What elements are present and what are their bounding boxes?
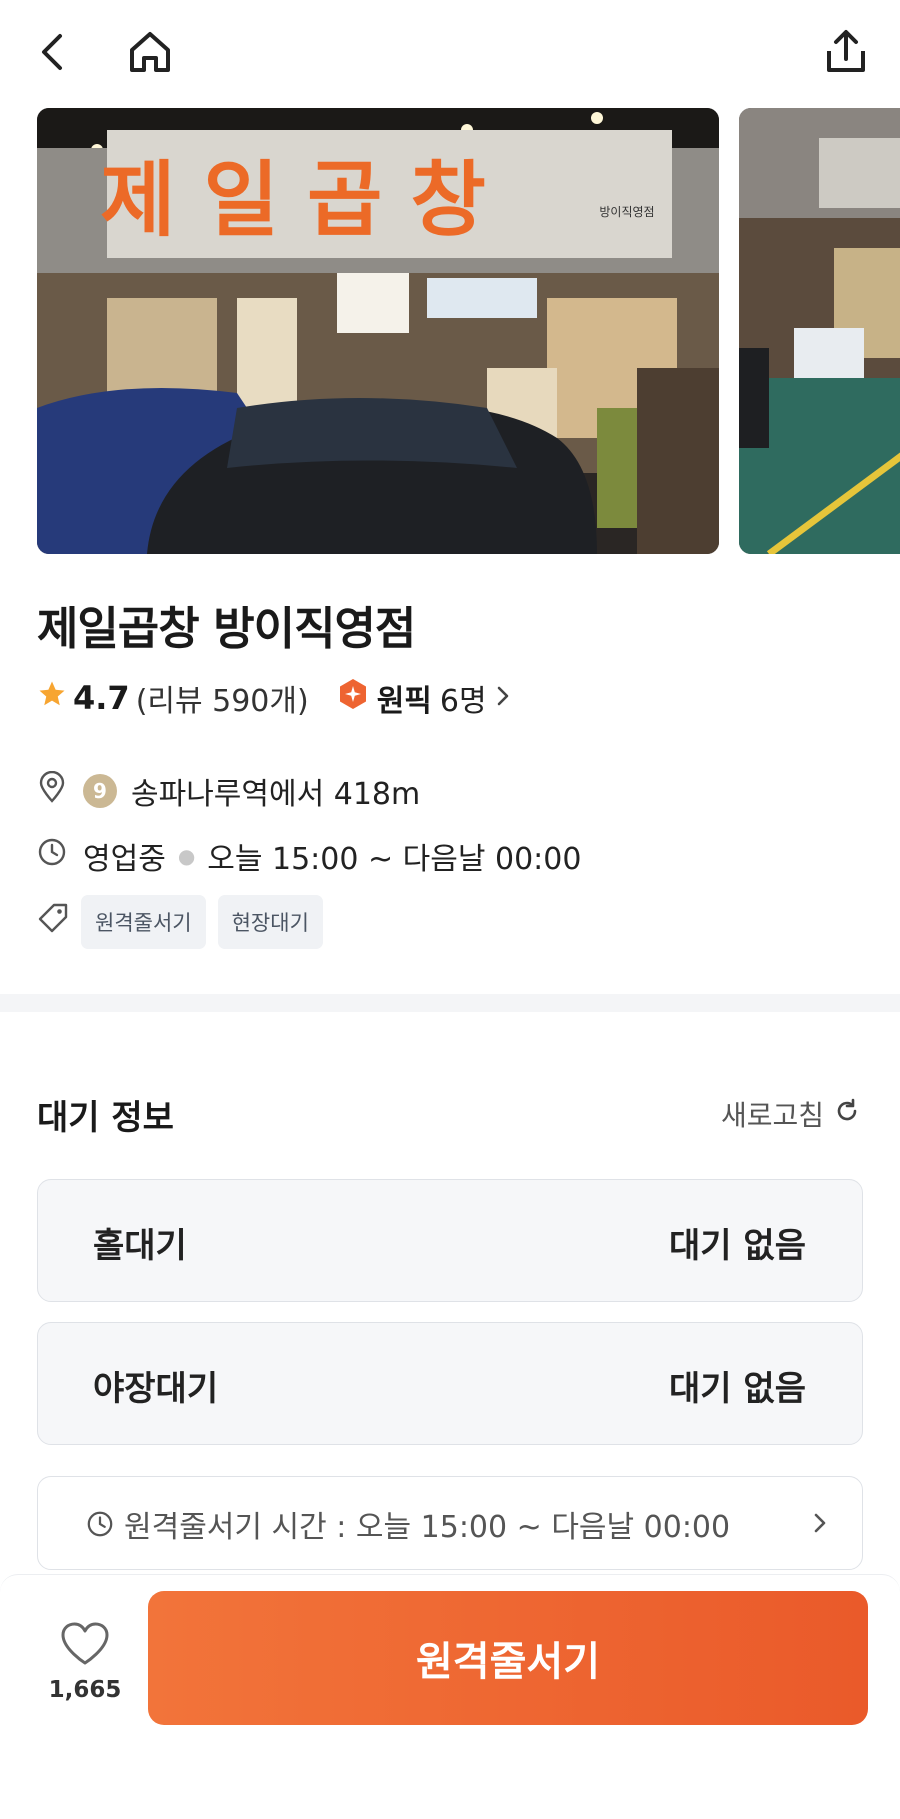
location-pin-icon	[37, 770, 67, 811]
chevron-right-icon[interactable]	[495, 681, 511, 716]
tag-icon	[37, 902, 69, 942]
subway-line-badge: 9	[83, 774, 117, 808]
refresh-button[interactable]: 새로고침	[721, 1094, 860, 1134]
store-name: 제일곱창 방이직영점	[37, 602, 416, 655]
tag-remote-queue: 원격줄서기	[81, 895, 206, 949]
rating-row: 4.7 (리뷰 590개) 원픽 6명	[37, 676, 511, 720]
tag-onsite-wait: 현장대기	[217, 895, 323, 949]
remote-queue-hours: 원격줄서기 시간 : 오늘 15:00 ~ 다음날 00:00	[86, 1477, 730, 1571]
location-row: 9 송파나루역에서 418m	[37, 768, 420, 814]
star-icon	[37, 679, 67, 717]
hall-wait-card: 홀대기 대기 없음	[37, 1179, 863, 1302]
like-count: 1,665	[48, 1677, 122, 1703]
bottom-action-bar: 1,665 원격줄서기	[0, 1574, 900, 1819]
outdoor-wait-value: 대기 없음	[669, 1369, 806, 1409]
pick-count[interactable]: 6명	[440, 676, 487, 720]
clock-icon	[37, 837, 67, 875]
top-navigation-bar	[0, 0, 900, 108]
hours-row: 영업중 ● 오늘 15:00 ~ 다음날 00:00	[37, 833, 581, 879]
rating-value: 4.7	[73, 679, 130, 717]
home-icon[interactable]	[120, 22, 180, 82]
refresh-label: 새로고침	[720, 1099, 824, 1132]
hall-wait-value: 대기 없음	[669, 1226, 806, 1266]
store-sign: 제일곱창	[100, 153, 514, 248]
review-count[interactable]: (리뷰 590개)	[136, 676, 309, 720]
remote-queue-hours-row[interactable]: 원격줄서기 시간 : 오늘 15:00 ~ 다음날 00:00	[37, 1476, 863, 1570]
remote-queue-hours-text: 원격줄서기 시간 : 오늘 15:00 ~ 다음날 00:00	[124, 1510, 731, 1545]
photo-gallery[interactable]: 제일곱창 방이직영점	[0, 108, 900, 554]
like-button[interactable]: 1,665	[44, 1621, 126, 1703]
remote-queue-button[interactable]: 원격줄서기	[148, 1591, 868, 1725]
back-icon[interactable]	[24, 22, 84, 82]
business-hours: 오늘 15:00 ~ 다음날 00:00	[207, 842, 582, 877]
pick-label[interactable]: 원픽	[377, 676, 432, 720]
outdoor-wait-label: 야장대기	[93, 1369, 219, 1409]
hall-wait-label: 홀대기	[93, 1226, 187, 1266]
wait-info-title: 대기 정보	[37, 1098, 174, 1138]
share-icon[interactable]	[816, 22, 876, 82]
storefront-photo[interactable]: 제일곱창 방이직영점	[37, 108, 719, 554]
chevron-right-icon	[812, 1505, 828, 1545]
refresh-icon	[834, 1098, 860, 1131]
clock-icon	[86, 1510, 114, 1538]
open-status: 영업중	[83, 842, 166, 877]
pick-badge-icon	[337, 678, 369, 718]
store-sign-sub: 방이직영점	[599, 205, 654, 219]
tags-row: 원격줄서기 현장대기	[37, 895, 323, 949]
outdoor-wait-card: 야장대기 대기 없음	[37, 1322, 863, 1445]
next-photo[interactable]	[739, 108, 900, 554]
heart-icon	[59, 1621, 111, 1671]
section-divider	[0, 994, 900, 1012]
separator-dot: ●	[177, 844, 196, 868]
station-distance: 송파나루역에서 418m	[131, 777, 421, 812]
